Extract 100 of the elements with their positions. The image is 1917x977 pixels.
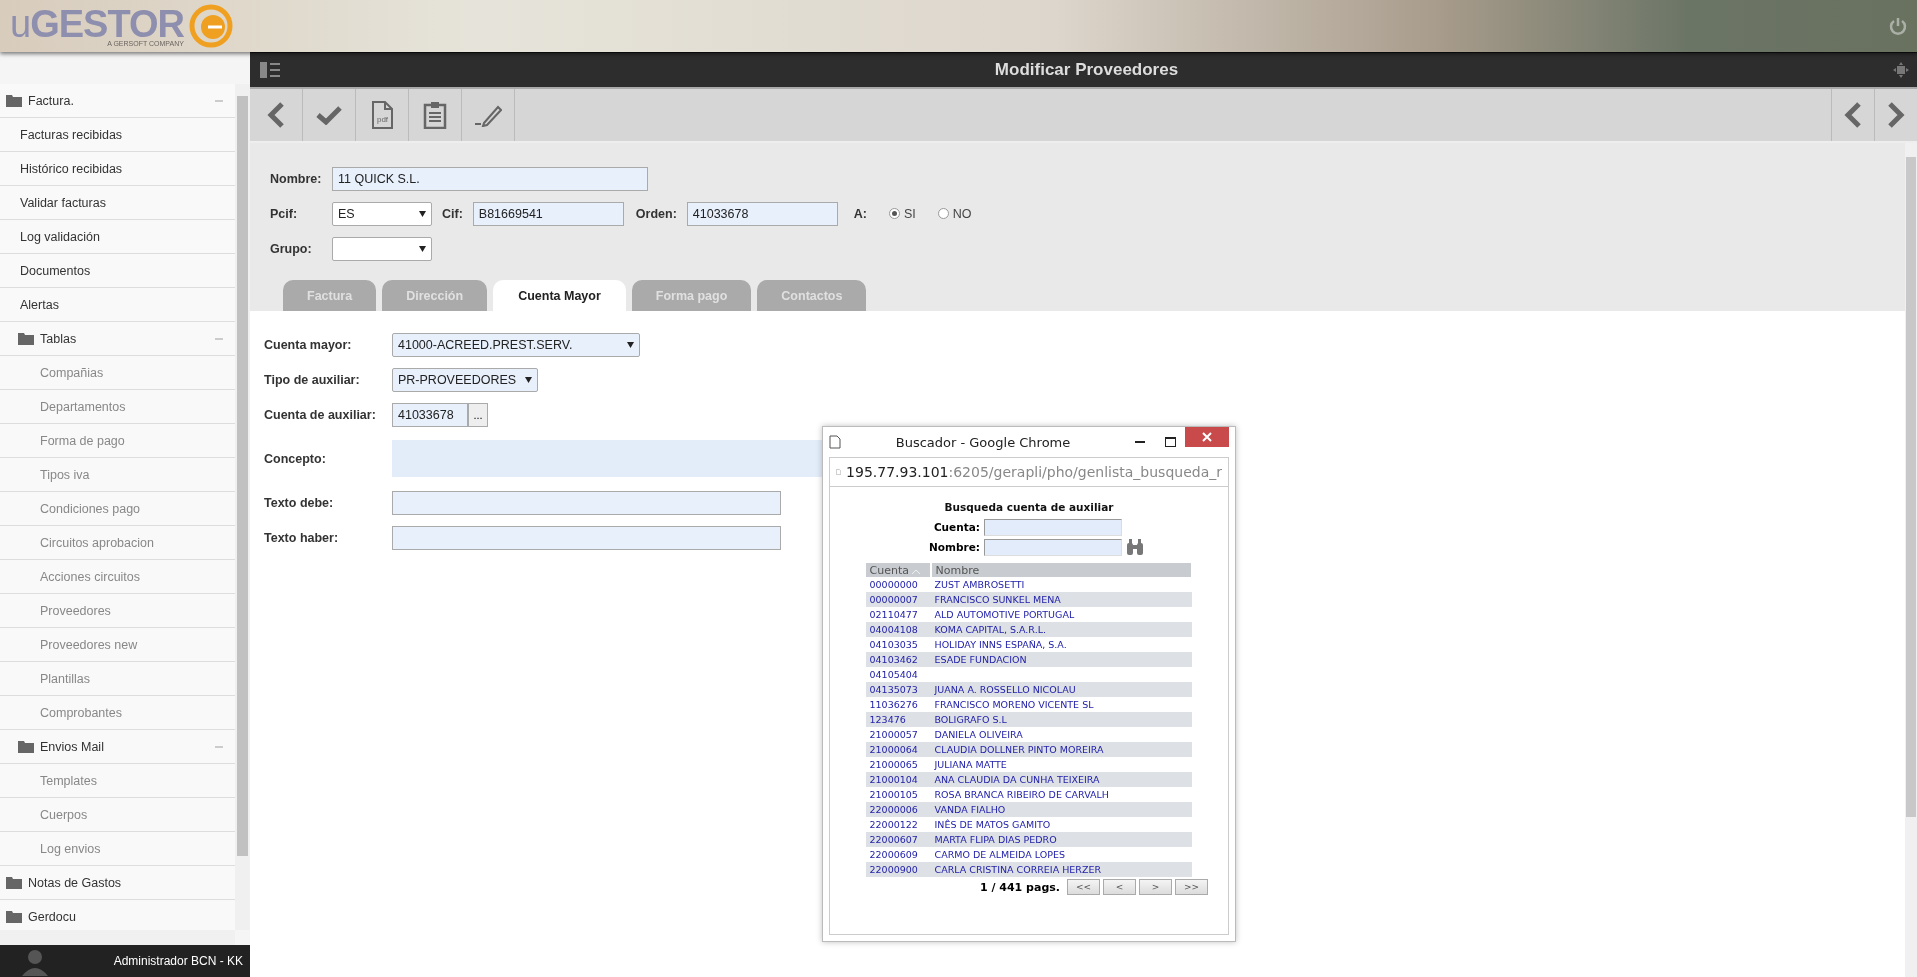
close-icon [1202,432,1212,442]
table-cell[interactable]: ALD AUTOMOTIVE PORTUGAL [934,609,1075,620]
table-cell[interactable]: 00000000 [869,579,918,590]
menu-folder[interactable]: Factura. [0,84,235,118]
field-label: Nombre: [270,171,322,186]
table-cell[interactable]: INÊS DE MATOS GAMITO [934,819,1051,830]
menu-item[interactable]: Proveedores new [0,628,235,662]
tab[interactable]: Cuenta Mayor [493,280,626,311]
page-count: 1 / 441 pags. [979,880,1060,894]
binoculars-icon[interactable] [1126,539,1144,555]
folder-icon [6,876,22,889]
menu-folder[interactable]: Tablas [0,322,235,356]
radio-option[interactable]: SI [889,206,916,221]
field-label: Concepto: [264,451,327,466]
field-label: Orden: [635,206,677,221]
radio-button[interactable] [937,208,949,219]
pager-button[interactable]: >> [1175,879,1208,895]
menu-item[interactable]: Forma de pago [0,424,235,458]
texto-debe-field[interactable] [392,490,781,515]
table-cell[interactable]: 02110477 [869,609,918,620]
browse-button[interactable]: ... [468,402,488,427]
table-cell[interactable]: ZUST AMBROSETTI [934,579,1025,590]
pager-button[interactable]: > [1139,879,1172,895]
radio-option[interactable]: NO [937,206,972,221]
table-cell[interactable]: 11036276 [869,699,918,710]
page-title: Modificar Proveedores [994,60,1179,80]
field-label: Cuenta: [932,521,980,533]
nombre-search-field[interactable] [984,538,1122,556]
table-cell[interactable]: JULIANA MATTE [934,759,1007,770]
collapse-icon [215,337,223,340]
collapse-icon [215,99,223,102]
table-cell[interactable]: HOLIDAY INNS ESPAÑA, S.A. [934,639,1067,650]
menu-item[interactable]: Documentos [0,254,235,288]
previous-icon [1844,102,1862,128]
tipo-auxiliar-dropdown[interactable]: PR-PROVEEDORES [392,367,538,392]
cuenta-mayor-dropdown[interactable]: 41000-ACREED.PREST.SERV. [392,332,640,357]
menu-item[interactable]: Proveedores [0,594,235,628]
menu-folder[interactable]: Notas de Gastos [0,866,235,900]
table-cell[interactable]: CARMO DE ALMEIDA LOPES [934,849,1065,860]
table-cell[interactable]: 21000105 [869,789,918,800]
menu-item[interactable]: Histórico recibidas [0,152,235,186]
sidebar-toggle-icon[interactable] [260,62,280,78]
menu-item[interactable]: Log envios [0,832,235,866]
column-header[interactable]: Cuenta [865,563,931,577]
pcif-dropdown[interactable]: ES [332,201,432,226]
pager-button[interactable]: << [1067,879,1100,895]
table-cell[interactable]: FRANCISCO MORENO VICENTE SL [934,699,1094,710]
user-name: Administrador BCN - KK [113,954,243,968]
table-cell[interactable]: DANIELA OLIVEIRA [934,729,1023,740]
menu-item[interactable]: Compañias [0,356,235,390]
cif-field[interactable]: B81669541 [472,201,624,226]
grupo-dropdown[interactable] [332,236,432,261]
minimize-icon [1135,440,1145,444]
cuenta-auxiliar-field[interactable]: 41033678 [392,402,468,427]
address-bar[interactable]: 195.77.93.101:6205/gerapli/pho/genlista_busqueda_r [829,457,1229,487]
menu-item[interactable]: Log validación [0,220,235,254]
close-button[interactable] [1185,427,1229,447]
table-cell[interactable]: 22000122 [869,819,918,830]
field-label: Tipo de auxiliar: [264,372,361,387]
menu-item[interactable]: Condiciones pago [0,492,235,526]
table-cell[interactable]: 04103035 [869,639,918,650]
folder-icon [6,910,22,923]
window-title: Buscador - Google Chrome [894,434,1072,450]
field-label: Cif: [442,206,463,221]
menu-item[interactable]: Validar facturas [0,186,235,220]
field-label: Pcif: [270,206,299,221]
texto-haber-field[interactable] [392,525,781,550]
menu-folder[interactable]: Gerdocu [0,900,235,930]
name-field[interactable]: 11 QUICK S.L. [332,166,648,191]
menu-item[interactable]: Facturas recibidas [0,118,235,152]
field-label: Cuenta mayor: [264,337,353,352]
collapse-icon [215,745,223,748]
menu-item[interactable]: Alertas [0,288,235,322]
field-label: Texto haber: [264,530,340,545]
table-cell[interactable]: 04105404 [869,669,918,680]
table-cell[interactable]: 21000065 [869,759,918,770]
orden-field[interactable]: 41033678 [686,201,838,226]
scrollbar[interactable] [235,84,250,930]
menu-item[interactable]: Circuitos aprobacion [0,526,235,560]
power-icon[interactable] [1889,17,1907,35]
menu-item[interactable]: Acciones circuitos [0,560,235,594]
move-icon[interactable] [1893,62,1909,78]
radio-button[interactable] [889,208,900,219]
table-cell[interactable]: 22000609 [869,849,918,860]
menu-item[interactable]: Tipos iva [0,458,235,492]
page-icon [829,435,841,449]
pdf-file-icon: pdf [371,101,393,129]
scrollbar[interactable] [0,930,235,945]
scrollbar[interactable] [1905,143,1917,977]
field-label: Texto debe: [264,495,335,510]
pager-button[interactable]: < [1103,879,1136,895]
menu-item[interactable]: Comprobantes [0,696,235,730]
menu-folder[interactable]: Envios Mail [0,730,235,764]
table-cell[interactable]: ROSA BRANCA RIBEIRO DE CARVALH [934,789,1109,800]
field-label: Cuenta de auxiliar: [264,407,377,422]
column-header[interactable]: Nombre [930,563,1192,577]
table-cell[interactable]: 21000057 [869,729,918,740]
pencil-icon [474,103,502,127]
cuenta-search-field[interactable] [984,518,1122,536]
folder-icon [18,332,34,345]
